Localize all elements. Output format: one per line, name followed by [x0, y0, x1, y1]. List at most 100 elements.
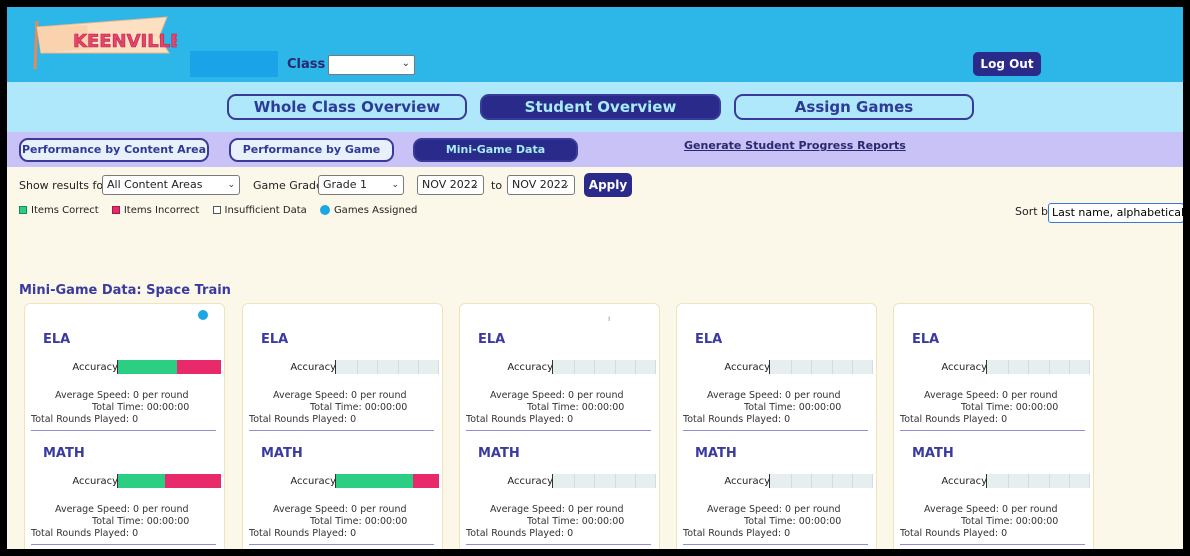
section-divider: [31, 430, 216, 431]
avg-speed-stat: Average Speed: 0 per round: [924, 390, 1058, 401]
content-area-select[interactable]: All Content Areas ⌄: [102, 175, 240, 195]
rounds-value: 0: [350, 414, 357, 425]
avg-speed-label: Average Speed:: [55, 504, 131, 515]
section-divider: [900, 430, 1085, 431]
subject-heading: MATH: [478, 446, 520, 461]
rounds-played-stat: Total Rounds Played: 0: [249, 414, 356, 425]
rounds-label: Total Rounds Played:: [466, 528, 565, 539]
legend-incorrect: Items Incorrect: [111, 205, 199, 216]
avg-speed-stat: Average Speed: 0 per round: [490, 390, 624, 401]
show-results-label: Show results for:: [19, 179, 112, 192]
tab-student-overview[interactable]: Student Overview: [480, 94, 721, 120]
accuracy-label: Accuracy: [72, 362, 118, 373]
subject-heading: ELA: [43, 332, 71, 347]
total-time-value: 00:00:00: [798, 402, 842, 413]
total-time-stat: Total Time: 00:00:00: [92, 402, 189, 413]
to-label: to: [491, 179, 503, 192]
avg-speed-stat: Average Speed: 0 per round: [55, 390, 189, 401]
bar-gridline: [790, 474, 792, 488]
bar-gridline: [654, 360, 656, 374]
tab-whole-class-overview[interactable]: Whole Class Overview: [227, 94, 467, 120]
bar-gridline: [594, 360, 596, 374]
subject-heading: ELA: [478, 332, 506, 347]
insufficient-swatch-icon: [212, 206, 221, 214]
total-time-label: Total Time:: [92, 516, 144, 527]
accuracy-label: Accuracy: [724, 476, 770, 487]
logout-button[interactable]: Log Out: [973, 52, 1041, 76]
rounds-played-stat: Total Rounds Played: 0: [900, 414, 1007, 425]
total-time-value: 00:00:00: [798, 516, 842, 527]
accuracy-bar: [552, 474, 656, 488]
subject-heading: ELA: [261, 332, 289, 347]
avg-speed-label: Average Speed:: [924, 504, 1000, 515]
sort-value: Last name, alphabetical: [1052, 206, 1183, 219]
rounds-played-stat: Total Rounds Played: 0: [683, 414, 790, 425]
rounds-value: 0: [132, 414, 139, 425]
avg-speed-value: 0 per round: [1002, 390, 1058, 401]
games-assigned-dot-icon: [198, 310, 208, 320]
total-time-value: 00:00:00: [146, 516, 190, 527]
avg-speed-value: 0 per round: [351, 504, 407, 515]
rounds-value: 0: [1001, 528, 1008, 539]
chevron-down-icon: ⌄: [391, 180, 399, 190]
avg-speed-label: Average Speed:: [490, 504, 566, 515]
bar-gridline: [614, 474, 616, 488]
avg-speed-label: Average Speed:: [55, 390, 131, 401]
student-card: ı ELA Accuracy Average Speed: 0 per roun…: [459, 303, 660, 549]
bar-gridline: [1069, 360, 1071, 374]
accuracy-bar: [769, 360, 873, 374]
tab-performance-by-game[interactable]: Performance by Game: [229, 138, 394, 162]
rounds-value: 0: [567, 528, 574, 539]
avg-speed-stat: Average Speed: 0 per round: [273, 390, 407, 401]
accuracy-label: Accuracy: [941, 476, 987, 487]
section-divider: [466, 544, 651, 545]
keenville-logo[interactable]: KEENVILLE: [27, 13, 183, 71]
incorrect-swatch-icon: [111, 206, 120, 214]
total-time-label: Total Time:: [961, 402, 1013, 413]
total-time-value: 00:00:00: [146, 402, 190, 413]
section-divider: [249, 544, 434, 545]
total-time-label: Total Time:: [961, 516, 1013, 527]
section-divider: [466, 430, 651, 431]
bar-gridline: [1007, 474, 1009, 488]
rounds-value: 0: [567, 414, 574, 425]
tab-performance-by-content-area[interactable]: Performance by Content Area: [19, 138, 209, 162]
bar-gridline: [635, 360, 637, 374]
accuracy-bar: [335, 360, 439, 374]
rounds-label: Total Rounds Played:: [31, 414, 130, 425]
from-month-select[interactable]: NOV 2022 ⌄: [417, 175, 484, 195]
bar-gridline: [1007, 360, 1009, 374]
sort-select[interactable]: Last name, alphabetical ⌄: [1048, 203, 1183, 223]
subject-heading: MATH: [912, 446, 954, 461]
sub-nav: Performance by Content Area Performance …: [7, 132, 1183, 167]
bar-gridline: [1088, 360, 1090, 374]
correct-swatch-icon: [19, 206, 27, 214]
apply-button[interactable]: Apply: [584, 173, 632, 197]
incorrect-segment: [413, 474, 439, 488]
generate-reports-link[interactable]: Generate Student Progress Reports: [684, 139, 906, 152]
total-time-stat: Total Time: 00:00:00: [961, 516, 1058, 527]
class-select[interactable]: ⌄: [328, 55, 415, 75]
rounds-value: 0: [132, 528, 139, 539]
bar-gridline: [1028, 474, 1030, 488]
bar-gridline: [871, 360, 873, 374]
incorrect-segment: [176, 360, 221, 374]
bar-gridline: [356, 360, 358, 374]
total-time-label: Total Time:: [744, 516, 796, 527]
game-grade-select[interactable]: Grade 1 ⌄: [318, 175, 404, 195]
rounds-played-stat: Total Rounds Played: 0: [31, 414, 138, 425]
accuracy-label: Accuracy: [507, 476, 553, 487]
bar-gridline: [811, 360, 813, 374]
student-card: ELA Accuracy Average Speed: 0 per round …: [242, 303, 443, 549]
bar-gridline: [397, 360, 399, 374]
avg-speed-value: 0 per round: [133, 390, 189, 401]
filter-bar: Show results for: All Content Areas ⌄ Ga…: [7, 167, 1183, 207]
from-month-value: NOV 2022: [422, 178, 478, 191]
total-time-stat: Total Time: 00:00:00: [310, 516, 407, 527]
tab-assign-games[interactable]: Assign Games: [734, 94, 974, 120]
bar-gridline: [573, 360, 575, 374]
section-divider: [683, 544, 868, 545]
legend-assigned-label: Games Assigned: [333, 205, 418, 216]
tab-mini-game-data[interactable]: Mini-Game Data: [413, 138, 578, 162]
to-month-select[interactable]: NOV 2022 ⌄: [507, 175, 575, 195]
